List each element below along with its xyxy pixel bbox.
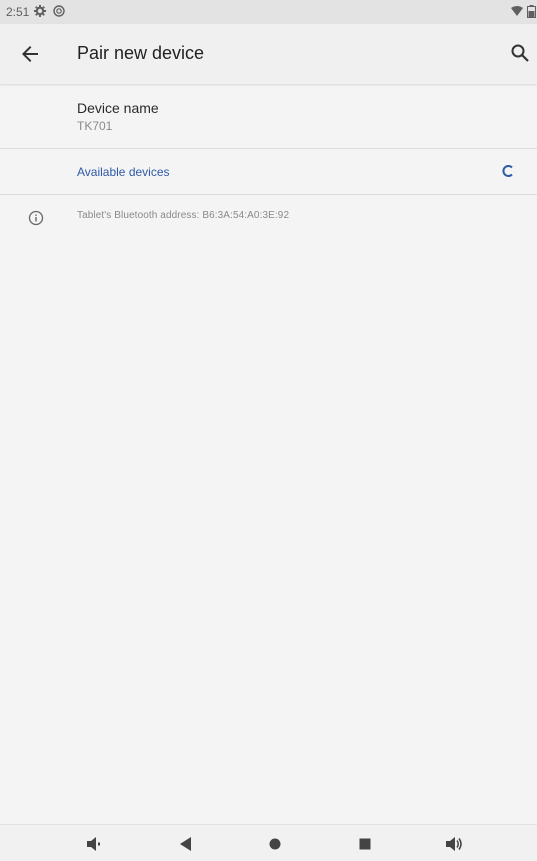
back-triangle-icon[interactable] (176, 835, 196, 853)
loading-spinner-icon (502, 165, 513, 177)
navigation-bar (0, 824, 537, 861)
status-bar: 2:51 (0, 0, 537, 24)
screen: 2:51 Pair new device Device name TK701 A… (0, 0, 537, 861)
volume-down-icon[interactable] (84, 835, 104, 853)
arrow-back-icon[interactable] (18, 42, 42, 66)
device-name-row[interactable]: Device name TK701 (0, 88, 537, 148)
volume-up-icon[interactable] (444, 835, 464, 853)
available-devices-header: Available devices (0, 150, 537, 194)
gear-icon (34, 5, 46, 17)
device-name-value: TK701 (77, 119, 113, 133)
app-bar: Pair new device (0, 24, 537, 84)
device-name-label: Device name (77, 100, 159, 116)
wifi-icon (511, 6, 523, 16)
page-title: Pair new device (77, 43, 205, 63)
home-circle-icon[interactable] (265, 835, 285, 853)
info-icon (28, 210, 44, 226)
bluetooth-address-text: Tablet's Bluetooth address: B6:3A:54:A0:… (77, 210, 290, 221)
available-devices-title: Available devices (77, 165, 170, 179)
recents-square-icon[interactable] (355, 835, 375, 853)
status-time: 2:51 (6, 5, 30, 19)
search-icon[interactable] (510, 43, 530, 63)
circle-icon (53, 5, 65, 17)
divider (0, 148, 537, 149)
battery-icon (527, 5, 536, 18)
bluetooth-address-info: Tablet's Bluetooth address: B6:3A:54:A0:… (0, 200, 537, 236)
divider (0, 194, 537, 195)
